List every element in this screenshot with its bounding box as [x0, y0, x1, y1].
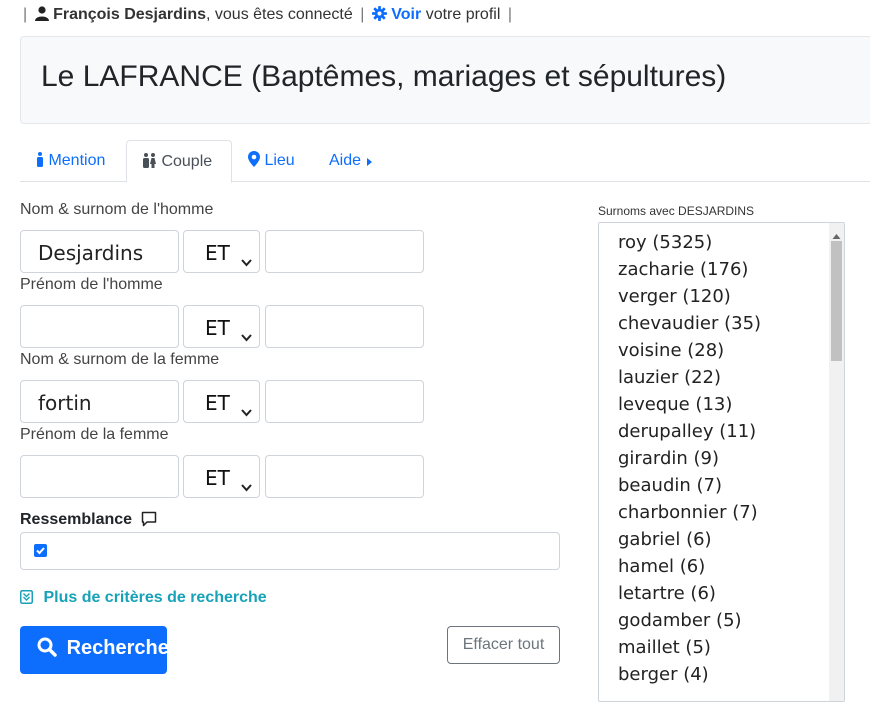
list-item[interactable]: charbonnier (7) [618, 502, 758, 523]
femme-nom-label: Nom & surnom de la femme [20, 351, 220, 368]
list-item[interactable]: hamel (6) [618, 556, 705, 577]
homme-prenom-operator-select[interactable]: ET [183, 305, 260, 348]
tab-aide[interactable]: Aide [329, 140, 373, 182]
homme-nom-operator-select[interactable]: ET [183, 230, 260, 273]
homme-prenom-input[interactable] [20, 305, 179, 348]
chevron-down-icon [241, 323, 252, 347]
homme-nom-input-2[interactable] [265, 230, 424, 273]
list-item[interactable]: derupalley (11) [618, 421, 756, 442]
list-item[interactable]: leveque (13) [618, 394, 732, 415]
list-item[interactable]: voisine (28) [618, 340, 724, 361]
chevron-down-icon [241, 473, 252, 497]
list-item[interactable]: girardin (9) [618, 448, 719, 469]
list-item[interactable]: berger (4) [618, 664, 709, 685]
user-icon [34, 6, 53, 23]
list-item[interactable]: gabriel (6) [618, 529, 712, 550]
tab-couple[interactable]: Couple [126, 140, 232, 183]
femme-prenom-input-2[interactable] [265, 455, 424, 498]
gear-icon [371, 6, 391, 23]
tab-mention[interactable]: Mention [36, 140, 105, 182]
femme-prenom-input[interactable] [20, 455, 179, 498]
map-pin-icon [248, 151, 264, 169]
tab-label: Aide [329, 152, 362, 169]
search-button[interactable]: Rechercher [20, 626, 177, 674]
list-item[interactable]: chevaudier (35) [618, 313, 761, 334]
list-item[interactable]: beaudin (7) [618, 475, 722, 496]
comment-icon[interactable] [137, 511, 157, 528]
operator-value: ET [205, 316, 230, 340]
ressemblance-label: Ressemblance [20, 511, 157, 529]
operator-value: ET [205, 466, 230, 490]
more-criteria-text: Plus de critères de recherche [43, 589, 267, 606]
femme-prenom-operator-select[interactable]: ET [183, 455, 260, 498]
double-chevron-down-icon [20, 589, 43, 606]
connected-text: , vous êtes connecté [206, 6, 353, 23]
homme-nom-input[interactable]: Desjardins [20, 230, 179, 273]
user-name: François Desjardins [53, 6, 207, 23]
page-title: Le LAFRANCE (Baptêmes, mariages et sépul… [41, 60, 727, 93]
list-item[interactable]: maillet (5) [618, 637, 711, 658]
page-header: Le LAFRANCE (Baptêmes, mariages et sépul… [20, 36, 870, 124]
femme-prenom-label: Prénom de la femme [20, 426, 169, 443]
homme-nom-label: Nom & surnom de l'homme [20, 201, 214, 218]
femme-nom-input[interactable]: fortin [20, 380, 179, 423]
search-icon [37, 637, 67, 659]
homme-prenom-input-2[interactable] [265, 305, 424, 348]
homme-prenom-label: Prénom de l'homme [20, 276, 163, 293]
person-icon [36, 152, 48, 169]
search-button-label: Rechercher [66, 637, 177, 659]
tab-lieu[interactable]: Lieu [248, 140, 295, 182]
separator: | [23, 6, 28, 23]
user-bar: | François Desjardins, vous êtes connect… [20, 6, 515, 24]
profile-link[interactable]: Voir [371, 6, 426, 23]
caret-right-icon [365, 152, 373, 169]
scrollbar[interactable] [829, 223, 844, 701]
list-item[interactable]: lauzier (22) [618, 367, 721, 388]
clear-all-button[interactable]: Effacer tout [447, 626, 560, 664]
tab-label: Lieu [264, 152, 295, 169]
tab-bar: Mention Couple Lieu Aide [20, 140, 870, 183]
list-item[interactable]: roy (5325) [618, 232, 712, 253]
femme-nom-operator-select[interactable]: ET [183, 380, 260, 423]
separator: | [360, 6, 365, 23]
list-item[interactable]: godamber (5) [618, 610, 742, 631]
more-criteria-link[interactable]: Plus de critères de recherche [20, 589, 267, 607]
chevron-down-icon [241, 398, 252, 422]
chevron-down-icon [241, 248, 252, 272]
operator-value: ET [205, 241, 230, 265]
list-item[interactable]: letartre (6) [618, 583, 716, 604]
profil-text: votre profil [425, 6, 501, 23]
ressemblance-text: Ressemblance [20, 511, 133, 528]
separator: | [507, 6, 512, 23]
list-item[interactable]: zacharie (176) [618, 259, 748, 280]
surnoms-title: Surnoms avec DESJARDINS [598, 204, 755, 218]
ressemblance-checkbox[interactable] [34, 544, 47, 557]
tab-label: Couple [161, 153, 213, 170]
voir-link[interactable]: Voir [391, 6, 421, 23]
couple-icon [142, 153, 161, 170]
tab-label: Mention [48, 152, 106, 169]
list-item[interactable]: verger (120) [618, 286, 731, 307]
surnoms-listbox[interactable]: roy (5325) zacharie (176) verger (120) c… [598, 222, 845, 702]
scrollbar-thumb[interactable] [831, 241, 842, 361]
ressemblance-box [20, 532, 560, 570]
operator-value: ET [205, 391, 230, 415]
femme-nom-input-2[interactable] [265, 380, 424, 423]
